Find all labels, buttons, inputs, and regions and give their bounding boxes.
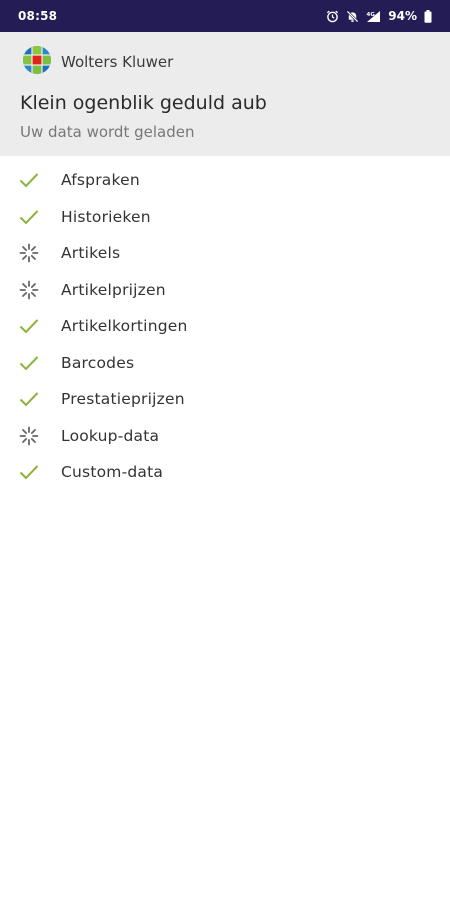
battery-icon: [424, 9, 432, 23]
list-item-label: Artikelprijzen: [61, 280, 166, 299]
wolters-kluwer-logo-icon: [22, 45, 52, 79]
spinner-icon: [19, 426, 39, 446]
list-item-label: Afspraken: [61, 171, 140, 190]
list-item-label: Artikels: [61, 244, 121, 263]
check-icon: [19, 353, 39, 373]
list-item-label: Lookup-data: [61, 426, 160, 445]
list-item-label: Prestatieprijzen: [61, 390, 185, 409]
check-icon: [19, 316, 39, 336]
list-item: Afspraken: [0, 162, 450, 199]
svg-text:4G: 4G: [367, 12, 376, 18]
battery-percentage: 94%: [388, 9, 417, 23]
status-time: 08:58: [18, 9, 58, 23]
bell-muted-icon: [346, 10, 359, 23]
list-item-label: Barcodes: [61, 353, 135, 372]
brand-name: Wolters Kluwer: [61, 53, 174, 71]
list-item: Prestatieprijzen: [0, 381, 450, 418]
loading-header: Wolters Kluwer Klein ogenblik geduld aub…: [0, 32, 450, 156]
check-icon: [19, 389, 39, 409]
signal-icon: 4G: [366, 10, 381, 23]
check-icon: [19, 207, 39, 227]
alarm-icon: [326, 10, 339, 23]
check-icon: [19, 170, 39, 190]
spinner-icon: [19, 280, 39, 300]
status-icons: 4G 94%: [326, 9, 432, 23]
list-item-label: Historieken: [61, 207, 151, 226]
list-item: Artikelprijzen: [0, 272, 450, 309]
status-bar: 08:58 4G 94%: [0, 0, 450, 32]
list-item: Artikelkortingen: [0, 308, 450, 345]
list-item: Lookup-data: [0, 418, 450, 455]
data-sync-list: Afspraken Historieken Artikels Artikelpr…: [0, 162, 450, 491]
list-item: Artikels: [0, 235, 450, 272]
list-item: Custom-data: [0, 454, 450, 491]
list-item: Historieken: [0, 199, 450, 236]
check-icon: [19, 462, 39, 482]
list-item-label: Custom-data: [61, 463, 164, 482]
page-title: Klein ogenblik geduld aub: [20, 92, 267, 114]
list-item: Barcodes: [0, 345, 450, 382]
brand: Wolters Kluwer: [22, 45, 173, 79]
page-subtitle: Uw data wordt geladen: [20, 123, 195, 141]
list-item-label: Artikelkortingen: [61, 317, 188, 336]
spinner-icon: [19, 243, 39, 263]
